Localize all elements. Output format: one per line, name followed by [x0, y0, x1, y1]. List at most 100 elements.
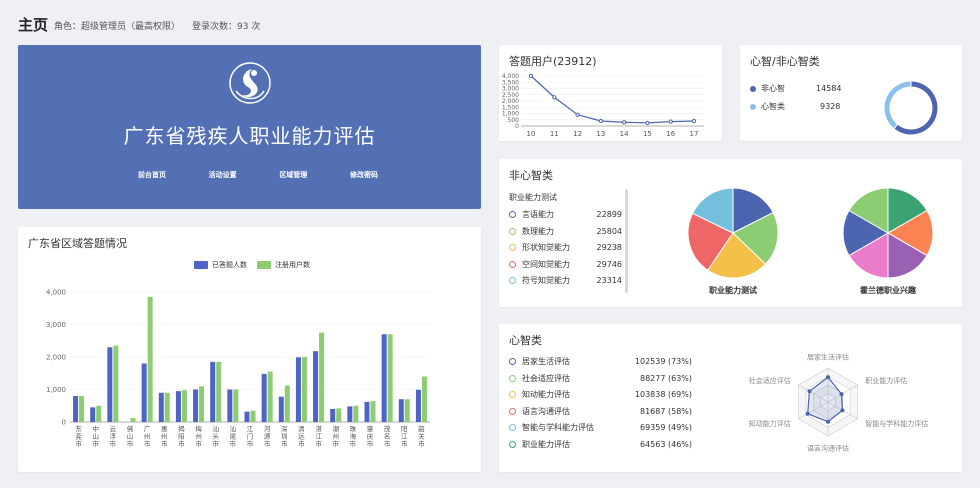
logo-icon — [229, 62, 271, 104]
ring-icon — [509, 424, 516, 431]
link-home[interactable]: 前台首页 — [138, 170, 166, 180]
bar-registered — [421, 376, 427, 422]
bar-registered — [284, 385, 290, 422]
non-mind-item-label: 数理能力 — [522, 226, 554, 236]
y-tick-label: 1,000 — [46, 386, 66, 394]
registered-legend-swatch — [257, 261, 271, 269]
x-tick-label: 16 — [666, 130, 675, 138]
non-mind-item-value: 29746 — [596, 259, 622, 269]
x-tick-label: 佛山市 — [127, 424, 134, 448]
bar-answered — [107, 347, 113, 422]
answer-users-card: 答题用户(23912) 0 500 1,000 1,500 2,000 2,500 3,00… — [499, 45, 722, 141]
radar-axis-label: 社会适应评估 — [749, 376, 791, 385]
mind-item-value: 103838 (69%) — [634, 390, 692, 399]
data-point — [598, 118, 603, 124]
non-mind-item: 形状知觉能力 29238 — [509, 242, 622, 253]
non-mind-item-value: 29238 — [596, 243, 622, 252]
radar-point — [805, 411, 810, 416]
non-mind-subtitle: 职业能力测试 — [509, 193, 557, 202]
holland-interest-pie-label: 霍兰德职业兴趣 — [860, 286, 916, 295]
mind-item-label: 语言沟通评估 — [522, 406, 570, 416]
link-change-password[interactable]: 修改密码 — [350, 170, 378, 180]
link-region-management[interactable]: 区域管理 — [279, 170, 307, 180]
banner: 广东省残疾人职业能力评估 前台首页 活动设置 区域管理 修改密码 — [18, 45, 481, 209]
ring-icon — [509, 407, 516, 415]
mind-value: 9328 — [820, 102, 841, 111]
bar-answered — [90, 407, 96, 422]
ring-icon — [509, 440, 516, 448]
bar-answered — [227, 389, 233, 422]
y-tick-label: 1,000 — [502, 111, 519, 118]
bar-answered — [175, 391, 181, 422]
non-mind-card: 非心智类 职业能力测试 言语能力 22899 数理能力 25804 形状知觉能力 2923… — [499, 159, 962, 307]
list-scrollbar[interactable] — [625, 189, 628, 293]
x-tick-label: 肇庆市 — [367, 424, 374, 448]
answer-users-line-chart: 05001,0001,5002,0002,5003,0003,5004,000 1… — [502, 73, 704, 138]
non-mind-item-label: 符号知觉能力 — [522, 276, 570, 285]
mind-item-value: 102539 (73%) — [634, 357, 692, 366]
ability-test-pie-chart — [687, 187, 779, 279]
bar-answered — [364, 401, 370, 422]
mind-item-label: 居家生活评估 — [522, 357, 570, 366]
x-tick-label: 云浮市 — [110, 425, 117, 448]
x-tick-label: 10 — [527, 130, 536, 138]
bar-answered — [244, 411, 250, 422]
banner-nav: 前台首页 活动设置 区域管理 修改密码 — [138, 170, 378, 180]
mind-radar-chart: 居家生活评估职业能力评估智能与学科能力评估语言沟通评估 知动能力评估社会适应评估 — [749, 353, 928, 453]
bar-answered — [415, 389, 421, 422]
registered-legend-label: 注册用户数 — [275, 261, 310, 269]
ring-icon — [509, 374, 516, 382]
answer-users-title: 答题用户(23912) — [509, 55, 597, 68]
x-tick-label: 清远市 — [298, 424, 305, 448]
bar-answered — [347, 406, 353, 422]
answered-legend-label: 已答题人数 — [212, 261, 247, 269]
mind-label: 心智类 — [761, 102, 785, 111]
bar-answered — [193, 389, 199, 422]
x-tick-label: 汕尾市 — [230, 424, 237, 448]
non-mind-item-value: 23314 — [596, 276, 622, 285]
data-point — [691, 118, 697, 124]
bar-registered — [164, 392, 170, 422]
x-tick-label: 12 — [573, 130, 582, 138]
data-point — [528, 73, 534, 79]
radar-axis-label: 语言沟通评估 — [807, 444, 849, 453]
bar-answered — [381, 334, 387, 422]
holland-interest-pie-chart — [842, 187, 934, 279]
data-point — [668, 119, 673, 124]
link-activity-settings[interactable]: 活动设置 — [209, 170, 237, 180]
ring-icon — [509, 391, 516, 398]
y-tick-label: 2,500 — [502, 92, 519, 99]
ring-icon — [509, 277, 516, 284]
mind-item-value: 88277 (63%) — [639, 373, 692, 383]
mind-item-label: 职业能力评估 — [522, 439, 570, 449]
mind-category-title: 心智/非心智类 — [750, 55, 820, 68]
x-tick-label: 汕头市 — [212, 424, 219, 448]
mind-item: 居家生活评估 102539 (73%) — [509, 356, 692, 367]
banner-title: 广东省残疾人职业能力评估 — [123, 124, 376, 148]
non-mind-label: 非心智 — [761, 84, 785, 93]
non-mind-value: 14584 — [816, 84, 842, 93]
x-tick-label: 潮州市 — [332, 424, 339, 448]
data-point — [622, 120, 627, 125]
bar-registered — [370, 401, 376, 422]
radar-axis-label: 智能与学科能力评估 — [865, 419, 928, 428]
bar-answered — [141, 363, 147, 422]
mind-item-label: 智能与学科能力评估 — [522, 423, 594, 432]
bar-registered — [387, 334, 393, 422]
series-line — [530, 75, 695, 124]
bar-answered — [73, 396, 79, 422]
bar-answered — [261, 373, 267, 422]
bar-answered — [398, 399, 404, 422]
bar-registered — [199, 386, 205, 422]
ring-icon — [509, 211, 516, 218]
non-mind-item-label: 形状知觉能力 — [522, 243, 570, 252]
mind-title: 心智类 — [509, 334, 542, 347]
non-mind-item: 言语能力 22899 — [509, 209, 622, 220]
non-mind-item-label: 言语能力 — [522, 210, 554, 219]
region-bar-chart: 0 1,000 2,000 3,000 4,000 东莞市 中山市 云浮市 佛山市 广州市 惠州市 揭… — [46, 289, 430, 448]
mind-item-value: 81687 (58%) — [639, 406, 692, 416]
mind-item-label: 社会适应评估 — [522, 373, 570, 383]
bar-registered — [353, 405, 359, 422]
x-tick-label: 珠海市 — [350, 424, 357, 448]
non-mind-item: 符号知觉能力 23314 — [509, 275, 622, 286]
